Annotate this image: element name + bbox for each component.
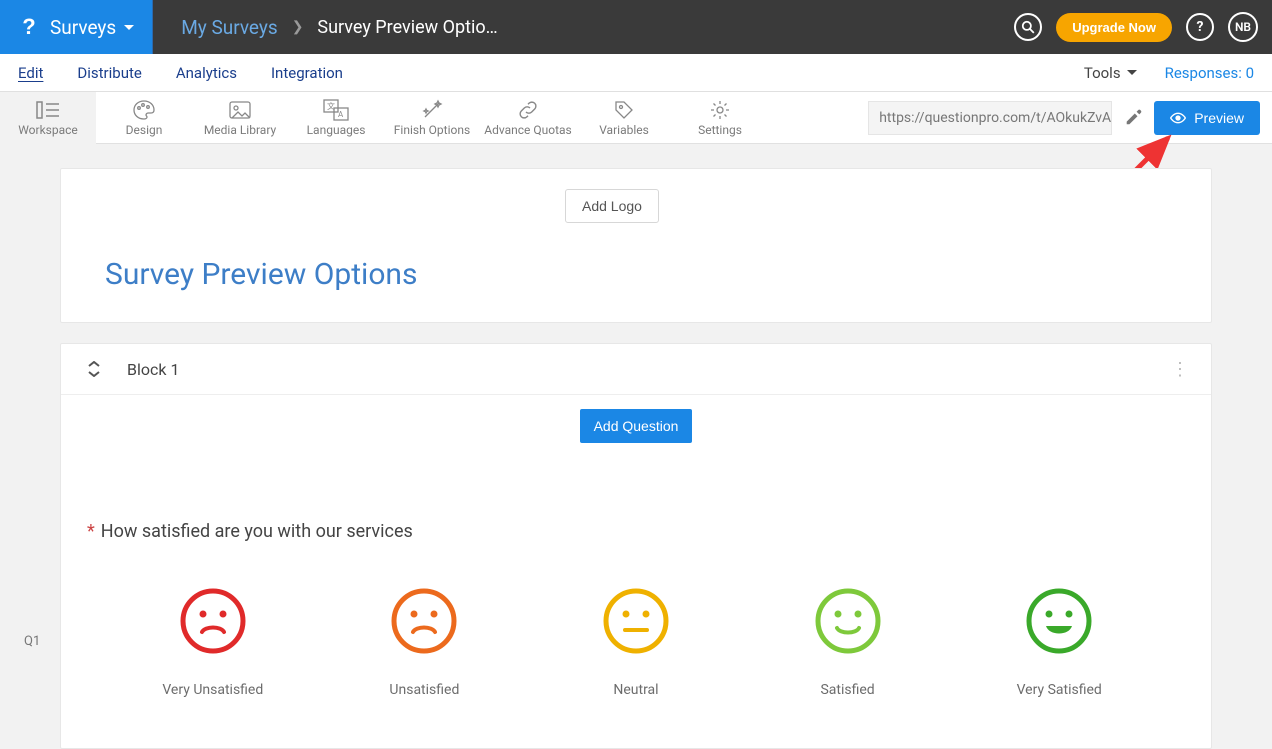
question-label: How satisfied are you with our services	[101, 521, 413, 542]
palette-icon	[132, 99, 156, 121]
edit-url-button[interactable]	[1112, 109, 1154, 127]
search-button[interactable]	[1014, 13, 1042, 41]
svg-text:A: A	[338, 110, 344, 119]
smiley-face-icon	[180, 588, 246, 654]
smiley-face-icon	[815, 588, 881, 654]
preview-label: Preview	[1194, 110, 1244, 126]
search-icon	[1021, 20, 1035, 34]
smiley-option-1[interactable]: Unsatisfied	[339, 588, 509, 698]
help-icon: ?	[1197, 19, 1204, 35]
navbar: Edit Distribute Analytics Integration To…	[0, 54, 1272, 92]
share-url[interactable]: https://questionpro.com/t/AOkukZvA	[868, 101, 1112, 135]
tools-menu[interactable]: Tools	[1084, 64, 1137, 82]
collapse-block-button[interactable]	[83, 358, 105, 380]
workspace-icon	[36, 99, 60, 121]
tb-variables[interactable]: Variables	[576, 92, 672, 144]
tb-design[interactable]: Design	[96, 92, 192, 144]
breadcrumb-root[interactable]: My Surveys	[181, 16, 277, 39]
question-number: Q1	[24, 634, 40, 649]
tb-label: Media Library	[204, 123, 276, 137]
smiley-label: Very Unsatisfied	[162, 682, 263, 698]
smiley-scale: Very Unsatisfied Unsatisfied Neutral Satisf…	[87, 588, 1185, 698]
tb-quotas[interactable]: Advance Quotas	[480, 92, 576, 144]
block-title[interactable]: Block 1	[127, 360, 1171, 379]
svg-text:文: 文	[327, 101, 335, 111]
user-avatar[interactable]: NB	[1228, 12, 1258, 42]
nav-integration[interactable]: Integration	[271, 64, 343, 82]
smiley-label: Neutral	[613, 682, 658, 698]
wand-icon	[421, 99, 443, 121]
pencil-icon	[1124, 109, 1142, 127]
add-question-button[interactable]: Add Question	[580, 409, 693, 443]
chevron-right-icon: ❯	[292, 19, 304, 35]
chevron-down-icon	[1127, 70, 1137, 75]
tb-label: Workspace	[18, 123, 78, 137]
required-asterisk: *	[87, 521, 95, 542]
app-switcher[interactable]: ? Surveys	[0, 0, 153, 54]
breadcrumb: My Surveys ❯ Survey Preview Optio…	[153, 0, 518, 54]
smiley-option-4[interactable]: Very Satisfied	[974, 588, 1144, 698]
block-header: Block 1 ⋮	[61, 344, 1211, 395]
add-logo-button[interactable]: Add Logo	[565, 189, 659, 223]
smiley-face-icon	[1026, 588, 1092, 654]
tag-icon	[613, 99, 635, 121]
question-text: * How satisfied are you with our services	[87, 521, 1185, 542]
tb-label: Advance Quotas	[484, 123, 571, 137]
nav-edit[interactable]: Edit	[18, 64, 43, 82]
smiley-option-2[interactable]: Neutral	[551, 588, 721, 698]
nav-distribute[interactable]: Distribute	[77, 64, 141, 82]
translate-icon: 文A	[323, 99, 349, 121]
smiley-label: Very Satisfied	[1017, 682, 1102, 698]
tb-label: Languages	[307, 123, 366, 137]
tb-label: Settings	[698, 123, 742, 137]
tb-label: Variables	[599, 123, 649, 137]
tb-settings[interactable]: Settings	[672, 92, 768, 144]
upgrade-button[interactable]: Upgrade Now	[1056, 13, 1172, 42]
tools-label: Tools	[1084, 64, 1121, 82]
tb-workspace[interactable]: Workspace	[0, 92, 96, 144]
tb-languages[interactable]: 文A Languages	[288, 92, 384, 144]
eye-icon	[1170, 112, 1186, 124]
chevron-down-icon	[124, 25, 134, 30]
smiley-label: Satisfied	[820, 682, 874, 698]
help-button[interactable]: ?	[1186, 13, 1214, 41]
tb-label: Design	[126, 123, 163, 137]
tb-label: Finish Options	[394, 123, 470, 137]
smiley-face-icon	[391, 588, 457, 654]
nav-analytics[interactable]: Analytics	[176, 64, 237, 82]
topbar: ? Surveys My Surveys ❯ Survey Preview Op…	[0, 0, 1272, 54]
tb-finish[interactable]: Finish Options	[384, 92, 480, 144]
brand-logo-icon: ?	[18, 16, 40, 38]
smiley-option-3[interactable]: Satisfied	[763, 588, 933, 698]
breadcrumb-title: Survey Preview Optio…	[317, 17, 497, 38]
smiley-label: Unsatisfied	[389, 682, 459, 698]
responses-link[interactable]: Responses: 0	[1165, 64, 1254, 82]
smiley-face-icon	[603, 588, 669, 654]
smiley-option-0[interactable]: Very Unsatisfied	[128, 588, 298, 698]
collapse-icon	[87, 361, 101, 377]
tb-media[interactable]: Media Library	[192, 92, 288, 144]
image-icon	[228, 99, 252, 121]
gear-icon	[709, 99, 731, 121]
canvas: Add Logo Survey Preview Options Block 1 …	[0, 144, 1272, 749]
app-label: Surveys	[50, 16, 116, 39]
survey-header-panel: Add Logo Survey Preview Options	[60, 168, 1212, 323]
link-icon	[517, 99, 539, 121]
block-panel: Block 1 ⋮ Add Question * How satisfied ar…	[60, 343, 1212, 749]
toolbar: Workspace Design Media Library 文A Langua…	[0, 92, 1272, 144]
preview-button[interactable]: Preview	[1154, 101, 1260, 135]
question[interactable]: * How satisfied are you with our services…	[87, 521, 1185, 698]
block-menu-button[interactable]: ⋮	[1171, 359, 1189, 380]
survey-title[interactable]: Survey Preview Options	[105, 257, 1183, 292]
